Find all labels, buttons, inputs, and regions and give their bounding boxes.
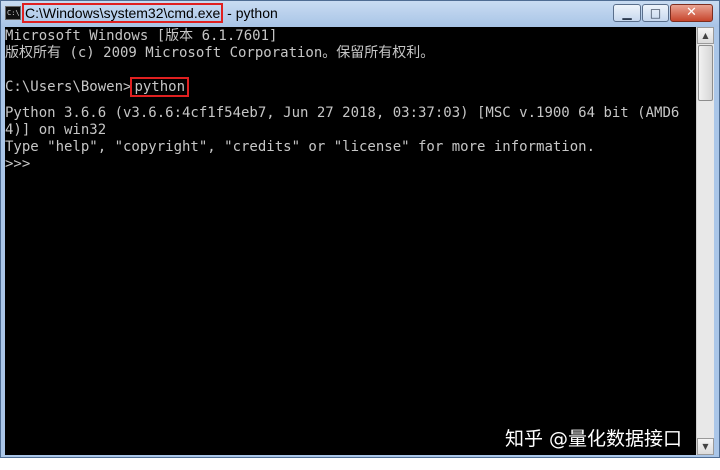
title-suffix: - python bbox=[223, 5, 278, 21]
title-bar[interactable]: C:\ C:\Windows\system32\cmd.exe - python… bbox=[1, 1, 719, 27]
cmd-icon[interactable]: C:\ bbox=[5, 6, 21, 20]
window-title: C:\Windows\system32\cmd.exe - python bbox=[22, 3, 278, 23]
console-output[interactable]: Microsoft Windows [版本 6.1.7601] 版权所有 (c)… bbox=[5, 27, 696, 455]
close-icon: ✕ bbox=[686, 5, 697, 20]
console-line-7: Type "help", "copyright", "credits" or "… bbox=[5, 139, 596, 155]
page-background bbox=[0, 458, 720, 470]
console-prompt: C:\Users\Bowen> bbox=[5, 79, 132, 95]
minimize-button[interactable]: ▁ bbox=[613, 4, 641, 22]
scroll-down-button[interactable]: ▼ bbox=[697, 438, 714, 455]
cmd-window: C:\ C:\Windows\system32\cmd.exe - python… bbox=[0, 0, 720, 458]
arrow-down-icon: ▼ bbox=[702, 442, 709, 451]
close-button[interactable]: ✕ bbox=[670, 4, 713, 22]
arrow-up-icon: ▲ bbox=[702, 31, 709, 40]
python-repl-prompt[interactable]: >>> bbox=[5, 156, 39, 173]
scroll-up-button[interactable]: ▲ bbox=[697, 27, 714, 44]
command-highlight: python bbox=[130, 77, 190, 97]
maximize-button[interactable]: □ bbox=[642, 4, 669, 22]
maximize-icon: □ bbox=[649, 6, 662, 20]
watermark: 知乎 @量化数据接口 bbox=[505, 428, 683, 450]
vertical-scrollbar[interactable]: ▲ ▼ bbox=[696, 27, 714, 455]
console-prompt-line: C:\Users\Bowen> python bbox=[5, 77, 190, 97]
console-line-5: Python 3.6.6 (v3.6.6:4cf1f54eb7, Jun 27 … bbox=[5, 105, 680, 121]
minimize-icon: ▁ bbox=[622, 6, 632, 20]
title-path-highlight: C:\Windows\system32\cmd.exe bbox=[22, 3, 224, 23]
scroll-thumb[interactable] bbox=[698, 45, 713, 101]
console-line-2: 版权所有 (c) 2009 Microsoft Corporation。保留所有… bbox=[5, 45, 435, 61]
console-line-1: Microsoft Windows [版本 6.1.7601] bbox=[5, 28, 278, 44]
console-line-6: 4)] on win32 bbox=[5, 122, 107, 138]
